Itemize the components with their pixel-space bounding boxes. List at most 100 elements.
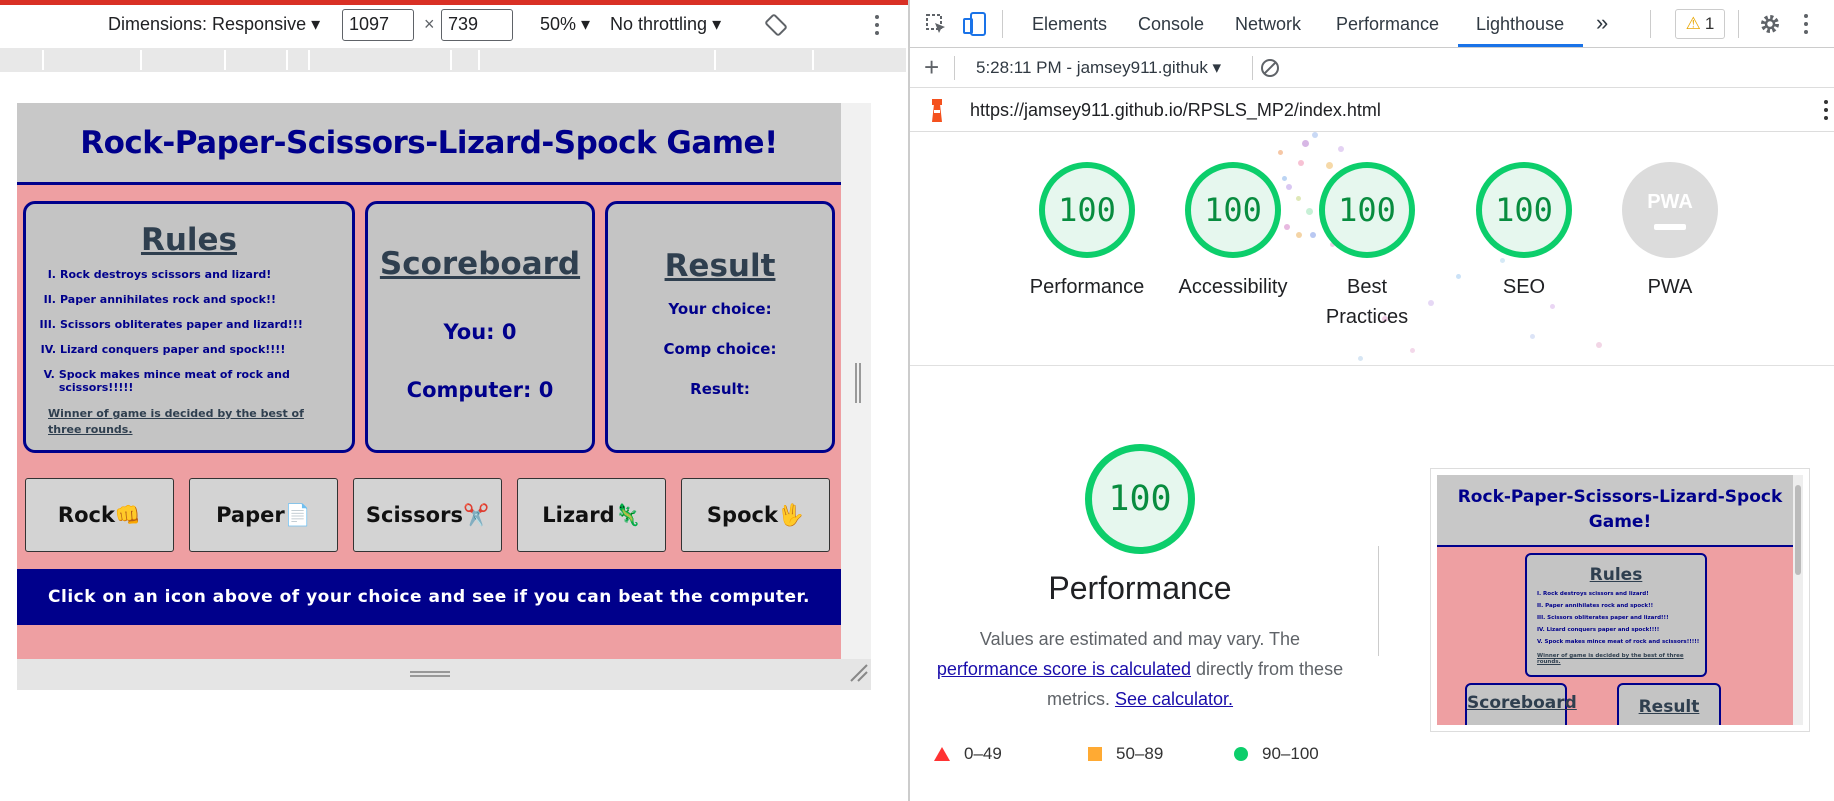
spock-button[interactable]: Spock 🖖 [681,478,830,552]
tab-performance[interactable]: Performance [1336,14,1439,35]
see-calculator-link[interactable]: See calculator. [1115,689,1233,709]
thumbnail-rule: IV. Lizard conquers paper and spock!!!! [1537,627,1660,633]
rule-item: III. Scissors obliterates paper and lizar… [34,318,352,331]
scissors-emoji-icon: ✂️ [462,502,490,527]
more-tabs-button[interactable]: » [1596,10,1608,36]
dimensions-dropdown[interactable]: Dimensions: Responsive ▾ [108,14,320,35]
paper-emoji-icon: 📄 [284,502,311,527]
gauge-accessibility[interactable]: 100 Accessibility [1158,162,1308,302]
game-page: Rock-Paper-Scissors-Lizard-Spock Game! R… [17,103,841,659]
legend-average: 50–89 [1116,744,1164,763]
rule-text: Scissors obliterates paper and lizard!!! [60,318,303,331]
warnings-badge[interactable]: ⚠ 1 [1675,9,1725,39]
seo-label: SEO [1502,276,1546,298]
rule-item: V. Spock makes mince meat of rock and sci… [34,368,352,394]
rule-text: Paper annihilates rock and spock!! [60,293,276,306]
inspect-element-icon[interactable] [924,12,948,36]
device-emulation-pane: Dimensions: Responsive ▾ 1097 × 739 50% … [0,0,909,801]
lizard-button[interactable]: Lizard 🦎 [517,478,666,552]
more-options-icon[interactable] [873,14,881,36]
device-toolbar: Dimensions: Responsive ▾ 1097 × 739 50% … [0,5,909,45]
throttling-label: No throttling [610,14,708,34]
your-choice-label: Your choice: [668,300,772,318]
resize-handle-bottom[interactable] [410,671,450,677]
media-query-ruler[interactable] [0,48,906,72]
clear-reports-icon[interactable] [1260,58,1280,78]
legend-fail: 0–49 [964,744,1002,763]
spock-label: Spock [706,503,778,527]
report-menu-icon[interactable] [1822,98,1830,122]
rock-button[interactable]: Rock 👊 [25,478,174,552]
final-screenshot-thumbnail[interactable]: Rock-Paper-Scissors-Lizard-Spock Game! R… [1430,468,1810,732]
rules-note: Winner of game is decided by the best of… [48,407,304,436]
scissors-button[interactable]: Scissors ✂️ [353,478,502,552]
player-score: You: 0 [443,320,517,344]
thumbnail-rule: II. Paper annihilates rock and spock!! [1537,603,1654,609]
report-url-bar: https://jamsey911.github.io/RPSLS_MP2/in… [910,88,1834,132]
paper-button[interactable]: Paper 📄 [189,478,338,552]
devtools-pane: Elements Console Network Performance Lig… [910,0,1834,801]
triangle-fail-icon [934,747,950,761]
thumbnail-scrollbar[interactable] [1793,475,1803,725]
thumbnail-rule: III. Scissors obliterates paper and liza… [1537,615,1669,621]
resize-corner-icon[interactable] [849,663,869,683]
throttling-dropdown[interactable]: No throttling ▾ [610,14,721,35]
lighthouse-toolbar: + 5:28:11 PM - jamsey911.githuk ▾ [910,48,1834,88]
dimensions-label: Dimensions: Responsive [108,14,307,34]
height-input[interactable]: 739 [441,9,513,41]
tab-console[interactable]: Console [1138,14,1204,35]
performance-section: 100 Performance Values are estimated and… [910,366,1834,801]
emulated-viewport: Rock-Paper-Scissors-Lizard-Spock Game! R… [17,103,871,690]
zoom-dropdown[interactable]: 50% ▾ [540,14,590,35]
lizard-emoji-icon: 🦎 [614,502,641,527]
thumbnail-rule: V. Spock makes mince meat of rock and sc… [1537,639,1700,645]
rule-number: III. [39,318,56,331]
tab-network[interactable]: Network [1235,14,1301,35]
paper-label: Paper [216,503,285,527]
result-label: Result: [690,380,750,398]
lizard-label: Lizard [542,503,615,527]
tab-elements[interactable]: Elements [1032,14,1107,35]
section-divider [1378,546,1379,656]
width-input[interactable]: 1097 [342,9,414,41]
warning-icon: ⚠ [1685,14,1701,33]
rotate-icon[interactable] [764,13,788,37]
pwa-badge-icon: PWA [1622,162,1718,258]
thumbnail-rules-heading: Rules [1589,565,1643,585]
scoreboard-panel: Scoreboard You: 0 Computer: 0 [365,201,595,453]
resize-handle-right[interactable] [855,363,861,403]
report-url[interactable]: https://jamsey911.github.io/RPSLS_MP2/in… [970,100,1381,121]
best-practices-score: 100 [1319,162,1415,258]
gauge-pwa[interactable]: PWA PWA [1595,162,1745,302]
lighthouse-logo-icon [932,99,942,122]
report-selector[interactable]: 5:28:11 PM - jamsey911.githuk ▾ [976,58,1221,78]
gauge-performance[interactable]: 100 Performance [1012,162,1162,302]
warning-count: 1 [1704,14,1715,33]
rules-list: I. Rock destroys scissors and lizard! II.… [26,268,352,394]
rule-item: II. Paper annihilates rock and spock!! [34,293,352,306]
legend-pass: 90–100 [1262,744,1319,763]
thumbnail-title: Rock-Paper-Scissors-Lizard-Spock Game! [1437,475,1803,547]
thumbnail-scoreboard: Scoreboard [1465,683,1577,725]
gauge-seo[interactable]: 100 SEO [1449,162,1599,302]
rule-item: I. Rock destroys scissors and lizard! [34,268,352,281]
settings-gear-icon[interactable] [1758,12,1782,36]
device-toggle-icon[interactable] [962,11,988,37]
performance-description: Values are estimated and may vary. The p… [930,624,1350,714]
rules-heading: Rules [140,222,238,258]
zoom-label: 50% [540,14,577,34]
rule-number: I. [47,268,56,281]
score-calc-link[interactable]: performance score is calculated [937,659,1191,679]
scissors-label: Scissors [365,503,463,527]
spock-emoji-icon: 🖖 [777,502,805,527]
performance-main-score: 100 [1085,444,1195,554]
gauge-best-practices[interactable]: 100 Best Practices [1304,162,1430,332]
devtools-menu-icon[interactable] [1802,13,1810,35]
comp-choice-label: Comp choice: [663,340,777,358]
rule-text: Rock destroys scissors and lizard! [60,268,272,281]
game-title: Rock-Paper-Scissors-Lizard-Spock Game! [80,124,778,161]
new-report-plus-icon[interactable]: + [924,52,939,83]
tab-lighthouse[interactable]: Lighthouse [1476,14,1564,35]
desc-text: Values are estimated and may vary. The [979,629,1301,649]
square-average-icon [1088,747,1102,761]
